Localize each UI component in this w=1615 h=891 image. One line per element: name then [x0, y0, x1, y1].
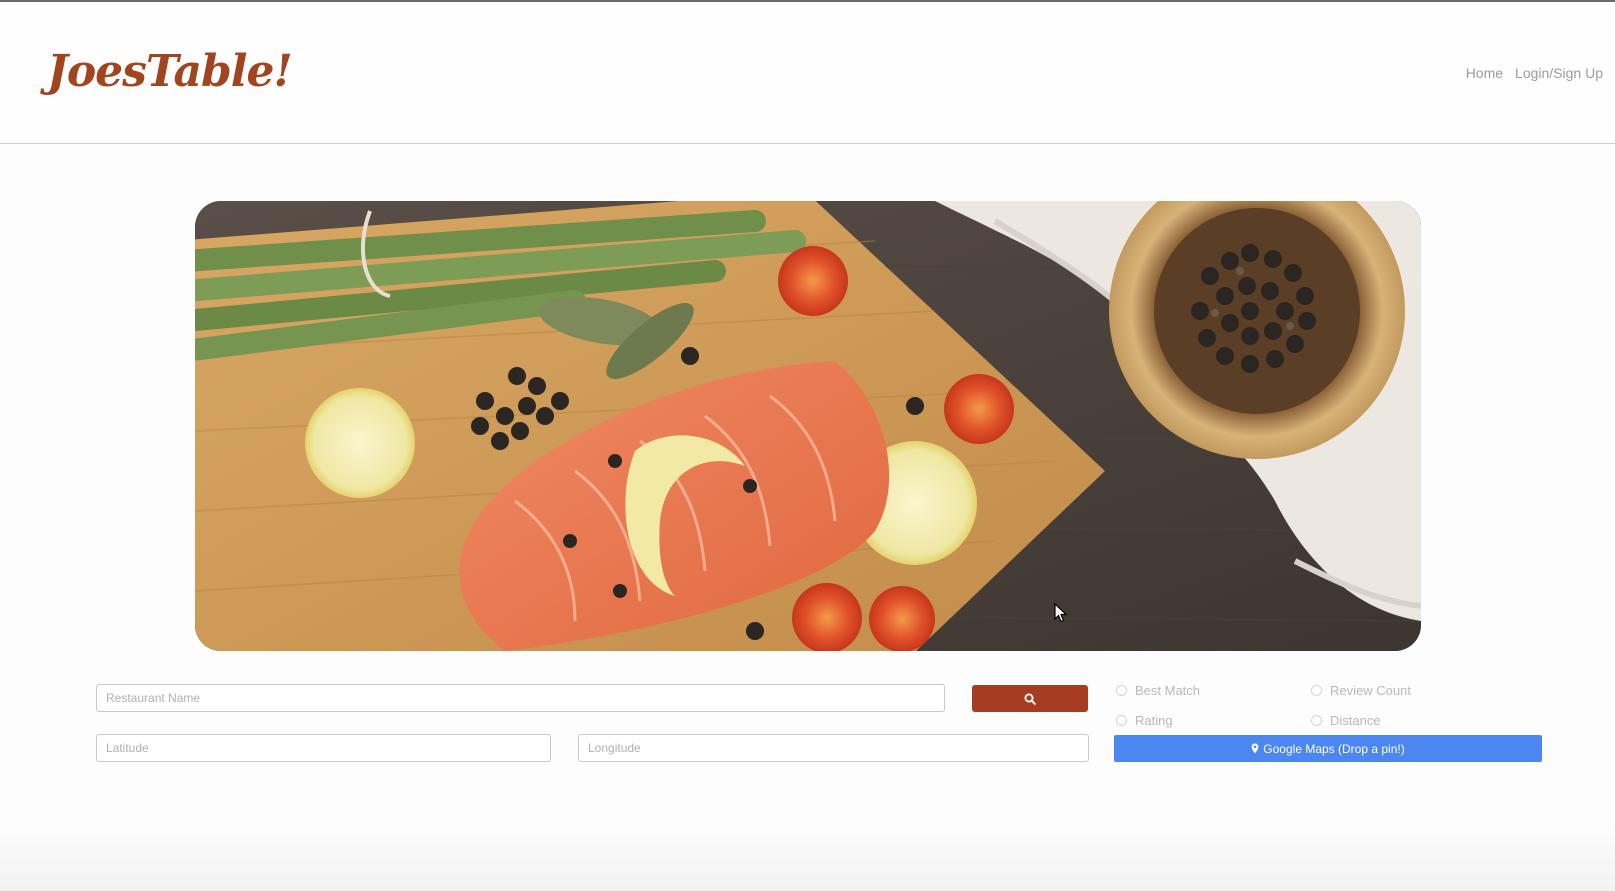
google-maps-button-label: Google Maps (Drop a pin!) [1263, 741, 1405, 756]
sort-option-distance[interactable]: Distance [1311, 713, 1381, 728]
hero-food-illustration [195, 201, 1421, 651]
rating-label: Rating [1135, 713, 1173, 728]
mouse-cursor-icon [1054, 603, 1068, 623]
latitude-input[interactable] [96, 734, 551, 762]
best-match-radio[interactable] [1116, 685, 1127, 696]
restaurant-name-input[interactable] [96, 684, 945, 712]
sort-option-review-count[interactable]: Review Count [1311, 683, 1411, 698]
page: JoesTable! Home Login/Sign Up Restaurant… [0, 0, 1615, 891]
search-button[interactable] [972, 685, 1088, 712]
distance-radio[interactable] [1311, 715, 1322, 726]
sort-option-best-match[interactable]: Best Match [1116, 683, 1200, 698]
rating-radio[interactable] [1116, 715, 1127, 726]
hero-image [195, 201, 1421, 651]
sort-option-rating[interactable]: Rating [1116, 713, 1173, 728]
google-maps-button[interactable]: Google Maps (Drop a pin!) [1114, 735, 1542, 762]
nav-home-link[interactable]: Home [1466, 65, 1503, 81]
review-count-label: Review Count [1330, 683, 1411, 698]
distance-label: Distance [1330, 713, 1381, 728]
site-header: JoesTable! Home Login/Sign Up [0, 2, 1615, 144]
top-nav: Home Login/Sign Up [1466, 65, 1603, 81]
map-marker-icon [1251, 743, 1259, 754]
review-count-radio[interactable] [1311, 685, 1322, 696]
best-match-label: Best Match [1135, 683, 1201, 698]
page-footer-shade [0, 822, 1615, 891]
search-icon [1024, 693, 1036, 705]
nav-login-link[interactable]: Login/Sign Up [1515, 65, 1603, 81]
longitude-input[interactable] [578, 734, 1089, 762]
site-logo[interactable]: JoesTable! [47, 46, 293, 97]
